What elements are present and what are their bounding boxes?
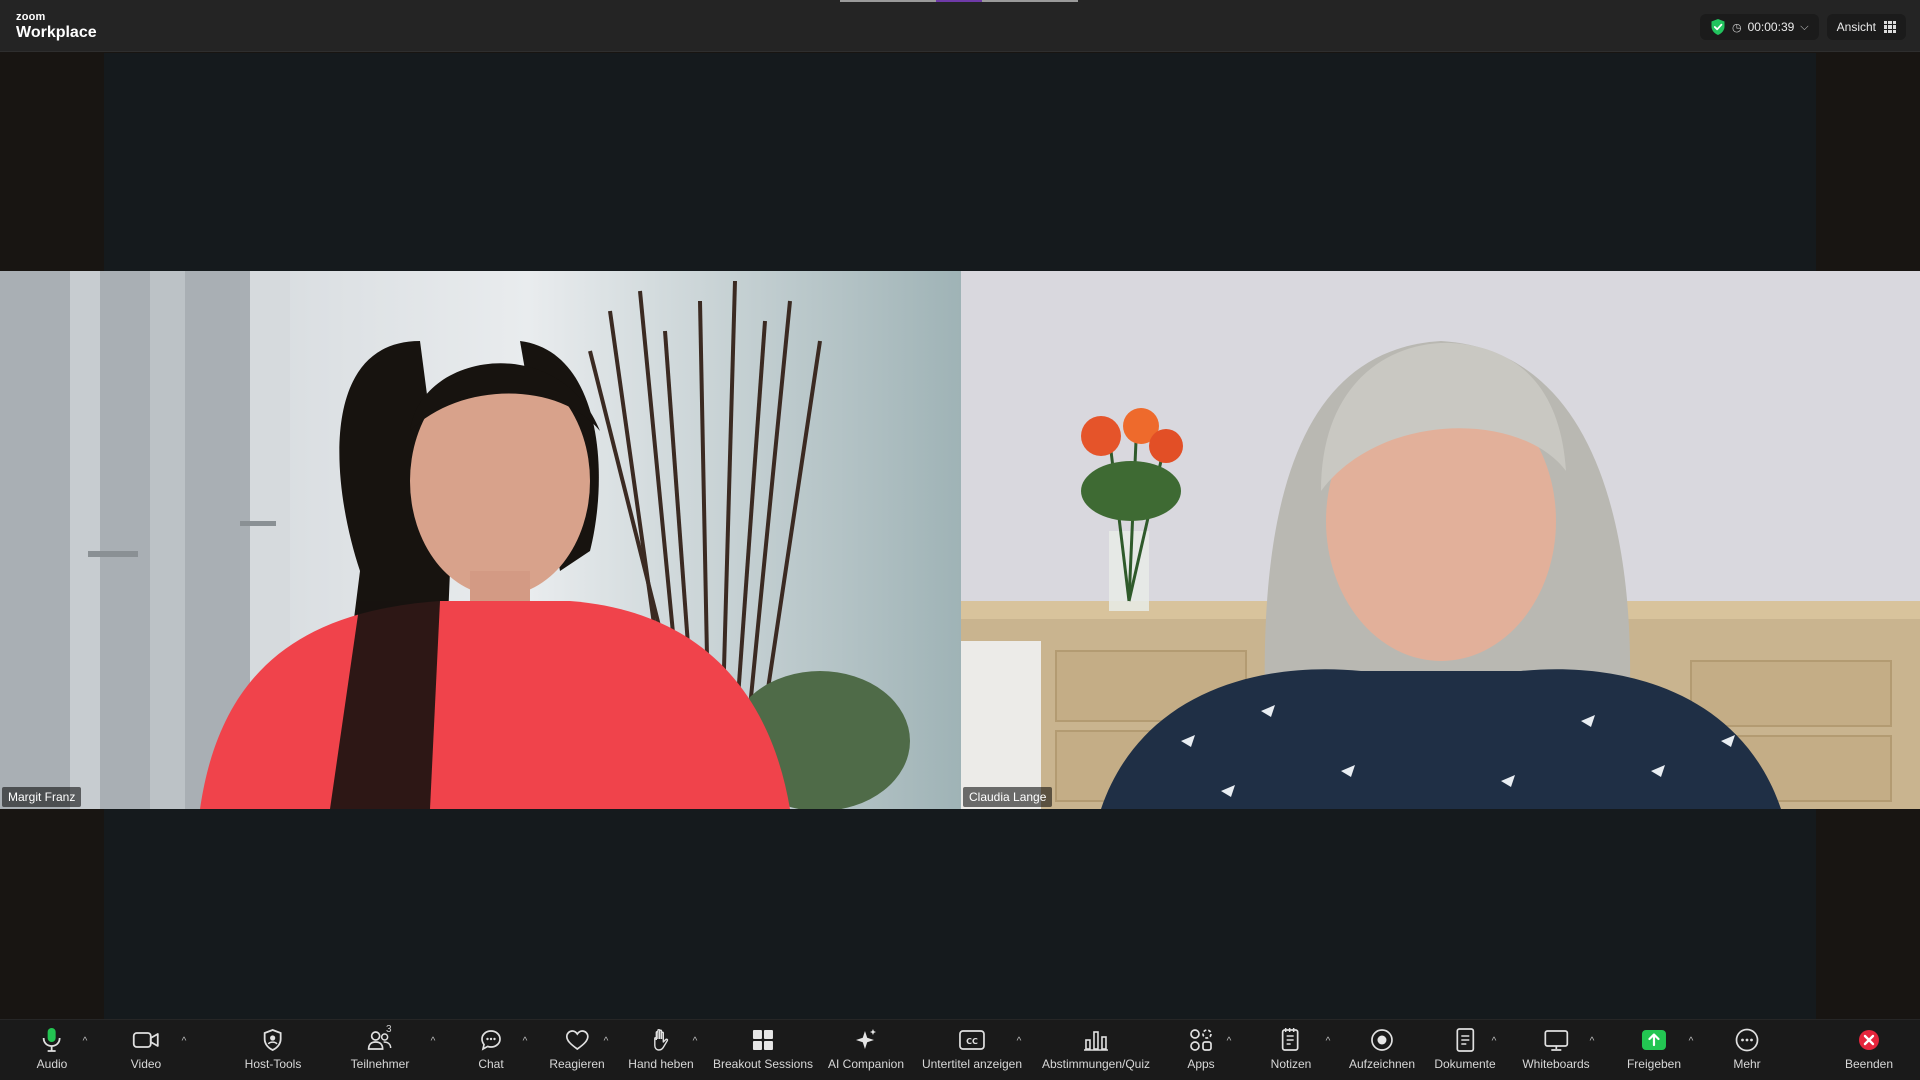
top-right-controls: ◷ 00:00:39 ⌵ Ansicht	[1699, 14, 1906, 40]
notes-icon	[1282, 1028, 1299, 1051]
logo-zoom-text: zoom	[16, 11, 46, 23]
video-camera-icon	[133, 1032, 159, 1048]
ai-companion-button[interactable]: AI Companion	[828, 1026, 904, 1071]
meeting-info-timer[interactable]: ◷ 00:00:39 ⌵	[1699, 14, 1819, 40]
view-label: Ansicht	[1836, 20, 1876, 34]
share-label: Freigeben	[1626, 1057, 1682, 1071]
polls-button[interactable]: Abstimmungen/Quiz	[1042, 1026, 1150, 1071]
chat-button[interactable]: Chat	[477, 1026, 505, 1071]
notes-button[interactable]: Notizen	[1270, 1026, 1312, 1071]
share-button[interactable]: Freigeben	[1627, 1026, 1681, 1071]
record-icon	[1371, 1029, 1393, 1051]
breakout-sessions-button[interactable]: Breakout Sessions	[713, 1026, 813, 1071]
react-button[interactable]: Reagieren	[549, 1026, 605, 1071]
more-options-icon	[1735, 1028, 1759, 1052]
clock-icon: ◷	[1731, 21, 1742, 34]
whiteboards-button[interactable]: Whiteboards	[1522, 1026, 1590, 1071]
whiteboards-label: Whiteboards	[1522, 1057, 1590, 1071]
host-tools-label: Host-Tools	[244, 1057, 302, 1071]
participants-count: 3	[385, 1024, 392, 1035]
video-options-caret-icon[interactable]: ^	[182, 1036, 187, 1047]
video-label: Video	[130, 1057, 162, 1071]
participant-name-label: Claudia Lange	[963, 787, 1053, 807]
raise-hand-button[interactable]: Hand heben	[628, 1026, 694, 1071]
breakout-sessions-label: Breakout Sessions	[712, 1057, 814, 1071]
share-screen-icon	[1641, 1030, 1666, 1050]
whiteboard-icon	[1544, 1030, 1568, 1051]
more-label: Mehr	[1733, 1057, 1761, 1071]
notes-options-caret-icon[interactable]: ^	[1326, 1036, 1331, 1047]
audio-label: Audio	[36, 1057, 68, 1071]
tab-indicator-active	[936, 0, 982, 2]
close-icon	[1858, 1030, 1879, 1050]
microphone-icon	[43, 1028, 61, 1052]
captions-label: Untertitel anzeigen	[921, 1057, 1023, 1071]
audio-button[interactable]: Audio	[36, 1026, 68, 1071]
apps-options-caret-icon[interactable]: ^	[1227, 1036, 1232, 1047]
hand-icon	[653, 1029, 668, 1051]
share-options-caret-icon[interactable]: ^	[1689, 1036, 1694, 1047]
participants-label: Teilnehmer	[350, 1057, 410, 1071]
participant-video-image	[961, 271, 1920, 809]
captions-options-caret-icon[interactable]: ^	[1017, 1036, 1022, 1047]
participant-video-tile[interactable]: Margit Franz	[0, 271, 961, 809]
more-button[interactable]: Mehr	[1733, 1026, 1761, 1071]
participant-video-tile[interactable]: Claudia Lange	[961, 271, 1920, 809]
security-shield-icon	[1711, 19, 1725, 35]
ai-sparkle-icon	[855, 1029, 876, 1049]
documents-options-caret-icon[interactable]: ^	[1492, 1036, 1497, 1047]
breakout-grid-icon	[753, 1030, 773, 1050]
captions-button[interactable]: CC Untertitel anzeigen	[922, 1026, 1022, 1071]
zoom-meeting-window: zoom Workplace ◷ 00:00:39 ⌵ Ansicht Marg…	[0, 0, 1920, 1080]
participant-name-label: Margit Franz	[2, 787, 82, 807]
meeting-timer: 00:00:39	[1747, 20, 1795, 34]
svg-text:CC: CC	[966, 1037, 978, 1046]
apps-icon	[1190, 1029, 1212, 1051]
end-meeting-label: Beenden	[1844, 1057, 1894, 1071]
apps-button[interactable]: Apps	[1187, 1026, 1215, 1071]
raise-hand-label: Hand heben	[628, 1057, 694, 1071]
chat-options-caret-icon[interactable]: ^	[523, 1036, 528, 1047]
tab-indicator-left	[840, 0, 936, 2]
bar-chart-icon	[1083, 1031, 1108, 1051]
video-button[interactable]: Video	[131, 1026, 161, 1071]
grid-view-icon	[1884, 21, 1896, 33]
zoom-logo: zoom Workplace	[16, 12, 97, 41]
heart-icon	[565, 1030, 589, 1051]
apps-label: Apps	[1187, 1057, 1215, 1071]
documents-label: Dokumente	[1434, 1057, 1496, 1071]
raise-hand-options-caret-icon[interactable]: ^	[693, 1036, 698, 1047]
end-meeting-button[interactable]: Beenden	[1845, 1026, 1893, 1071]
meeting-toolbar: Audio ^ Video ^ Host-Tools 3 Teilnehmer …	[0, 1019, 1920, 1080]
logo-workplace-text: Workplace	[16, 24, 97, 41]
chat-bubble-icon	[481, 1030, 501, 1051]
closed-captions-icon: CC	[959, 1030, 985, 1050]
record-button[interactable]: Aufzeichnen	[1349, 1026, 1415, 1071]
whiteboards-options-caret-icon[interactable]: ^	[1590, 1036, 1595, 1047]
documents-button[interactable]: Dokumente	[1434, 1026, 1496, 1071]
react-label: Reagieren	[549, 1057, 605, 1071]
notes-label: Notizen	[1270, 1057, 1312, 1071]
host-tools-button[interactable]: Host-Tools	[244, 1026, 302, 1071]
document-icon	[1456, 1028, 1474, 1052]
shield-icon	[264, 1029, 282, 1051]
view-button[interactable]: Ansicht	[1826, 14, 1906, 40]
participants-button[interactable]: 3 Teilnehmer	[350, 1024, 410, 1071]
react-options-caret-icon[interactable]: ^	[604, 1036, 609, 1047]
polls-label: Abstimmungen/Quiz	[1041, 1057, 1151, 1071]
participant-video-image	[0, 271, 961, 809]
ai-companion-label: AI Companion	[827, 1057, 905, 1071]
top-bar: zoom Workplace ◷ 00:00:39 ⌵ Ansicht	[0, 0, 1920, 52]
audio-options-caret-icon[interactable]: ^	[83, 1036, 88, 1047]
tab-indicator-right	[982, 0, 1078, 2]
chat-label: Chat	[478, 1057, 504, 1071]
participants-options-caret-icon[interactable]: ^	[431, 1036, 436, 1047]
record-label: Aufzeichnen	[1348, 1057, 1416, 1071]
chevron-down-icon: ⌵	[1800, 20, 1809, 33]
top-tab-indicator	[840, 0, 1078, 3]
